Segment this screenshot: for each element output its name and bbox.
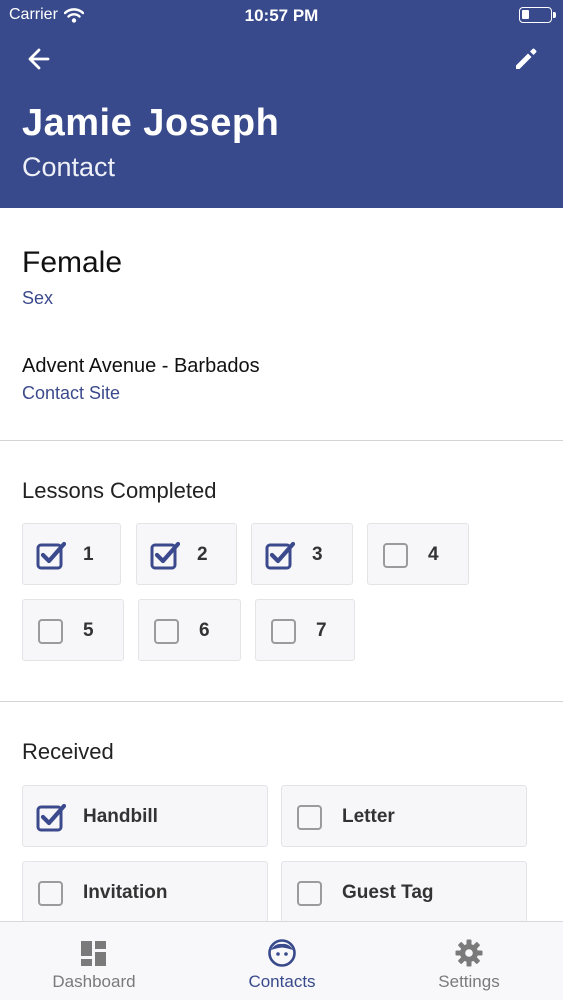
battery-icon <box>519 7 556 23</box>
lesson-checkbox-1[interactable]: 1 <box>22 523 121 585</box>
sex-label: Sex <box>22 288 54 308</box>
lesson-label: 3 <box>312 544 323 565</box>
checkbox-icon <box>271 619 296 644</box>
checkbox-icon <box>38 619 63 644</box>
back-button[interactable] <box>22 42 56 76</box>
arrow-left-icon <box>28 48 50 70</box>
sex-value: Female <box>22 246 123 279</box>
checkbox-icon <box>383 543 408 568</box>
contact-header: Carrier 10:57 PM Jamie Joseph Contact <box>0 0 563 208</box>
tab-label: Settings <box>438 972 500 991</box>
status-bar: Carrier 10:57 PM <box>0 0 563 30</box>
checkbox-icon <box>297 805 322 830</box>
lesson-checkbox-6[interactable]: 6 <box>138 599 241 661</box>
checkbox-icon <box>150 541 180 570</box>
lesson-checkbox-5[interactable]: 5 <box>22 599 124 661</box>
checkbox-icon <box>297 881 322 906</box>
edit-button[interactable] <box>509 42 543 76</box>
tab-label: Contacts <box>248 972 316 991</box>
contact-site-label: Contact Site <box>22 383 121 403</box>
checkbox-icon <box>36 541 66 570</box>
tab-dashboard[interactable]: Dashboard <box>0 922 188 1000</box>
contact-site-value: Advent Avenue - Barbados <box>22 355 260 377</box>
lesson-label: 2 <box>197 544 208 565</box>
received-checkbox-guest-tag[interactable]: Guest Tag <box>281 861 527 923</box>
contact-face-icon <box>268 939 296 967</box>
lesson-checkbox-2[interactable]: 2 <box>136 523 237 585</box>
lesson-label: 7 <box>316 620 327 641</box>
dashboard-icon <box>81 941 106 966</box>
lesson-checkbox-3[interactable]: 3 <box>251 523 353 585</box>
checkbox-icon <box>36 803 66 832</box>
checkbox-icon <box>154 619 179 644</box>
contact-subtitle: Contact <box>22 152 116 182</box>
tab-contacts[interactable]: Contacts <box>188 922 376 1000</box>
received-label: Invitation <box>83 882 168 903</box>
received-title: Received <box>22 739 114 764</box>
gear-icon <box>455 939 483 967</box>
contact-name: Jamie Joseph <box>22 102 280 144</box>
lesson-checkbox-7[interactable]: 7 <box>255 599 355 661</box>
pencil-icon <box>516 48 537 69</box>
lesson-label: 6 <box>199 620 210 641</box>
lesson-label: 1 <box>83 544 94 565</box>
divider <box>0 440 563 441</box>
tab-bar: Dashboard Contacts Settings <box>0 921 563 1000</box>
received-checkbox-handbill[interactable]: Handbill <box>22 785 268 847</box>
lesson-checkbox-4[interactable]: 4 <box>367 523 469 585</box>
tab-settings[interactable]: Settings <box>375 922 563 1000</box>
checkbox-icon <box>38 881 63 906</box>
checkbox-icon <box>265 541 295 570</box>
received-checkbox-letter[interactable]: Letter <box>281 785 527 847</box>
clock: 10:57 PM <box>244 6 319 25</box>
received-label: Letter <box>342 806 395 827</box>
lessons-title: Lessons Completed <box>22 478 217 503</box>
tab-label: Dashboard <box>52 972 136 991</box>
lesson-label: 5 <box>83 620 94 641</box>
received-label: Guest Tag <box>342 882 434 903</box>
divider <box>0 701 563 702</box>
received-label: Handbill <box>83 806 158 827</box>
lesson-label: 4 <box>428 544 439 565</box>
received-checkbox-invitation[interactable]: Invitation <box>22 861 268 923</box>
